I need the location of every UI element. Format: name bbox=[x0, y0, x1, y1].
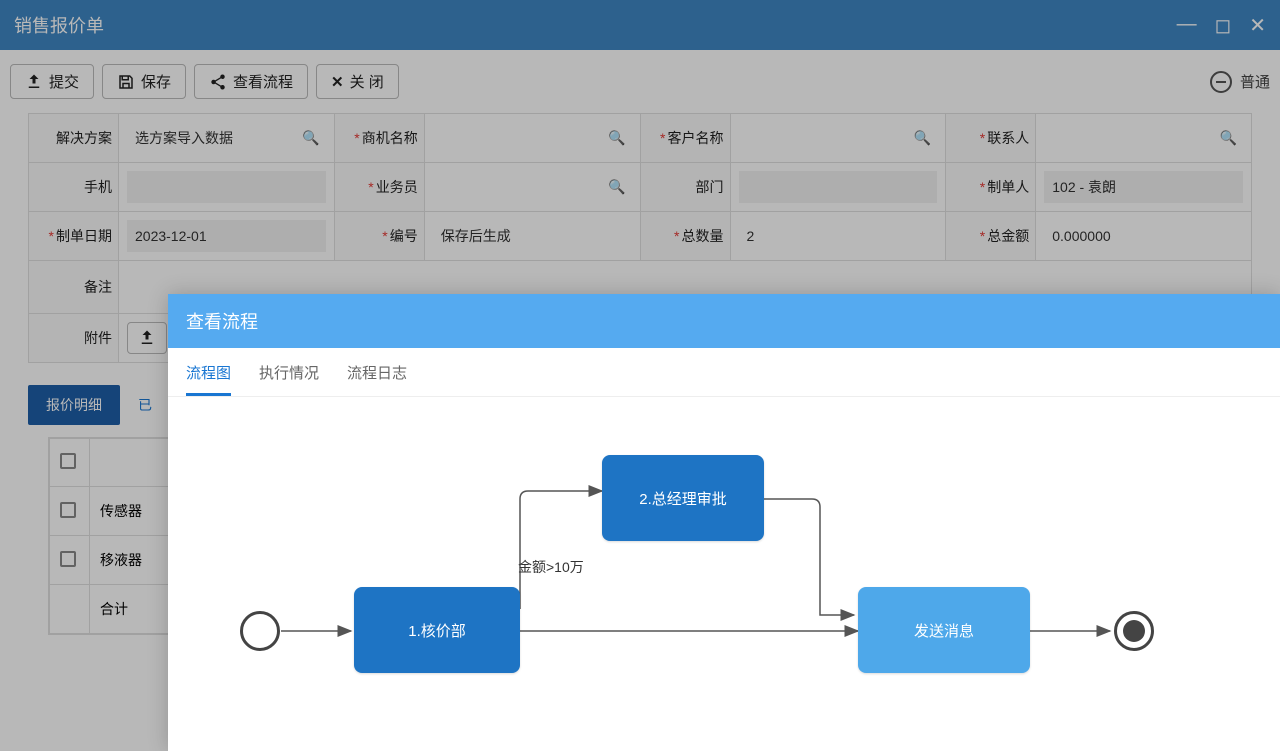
flow-node-gm-approve[interactable]: 2.总经理审批 bbox=[602, 455, 764, 541]
tab-log[interactable]: 流程日志 bbox=[347, 362, 407, 396]
flow-edge-label: 金额>10万 bbox=[518, 557, 584, 577]
flow-start bbox=[240, 611, 280, 651]
tab-flowchart[interactable]: 流程图 bbox=[186, 362, 231, 396]
modal-tabs: 流程图 执行情况 流程日志 bbox=[168, 348, 1280, 397]
flowchart-canvas: 1.核价部 2.总经理审批 金额>10万 发送消息 bbox=[168, 397, 1280, 737]
flow-modal: 查看流程 流程图 执行情况 流程日志 1.核价部 2.总经理审批 金额>10万 … bbox=[168, 294, 1280, 751]
flow-node-pricing[interactable]: 1.核价部 bbox=[354, 587, 520, 673]
flow-end bbox=[1114, 611, 1154, 651]
modal-title: 查看流程 bbox=[168, 294, 1280, 348]
tab-exec[interactable]: 执行情况 bbox=[259, 362, 319, 396]
flow-edges bbox=[168, 397, 1280, 737]
flow-node-send-msg[interactable]: 发送消息 bbox=[858, 587, 1030, 673]
